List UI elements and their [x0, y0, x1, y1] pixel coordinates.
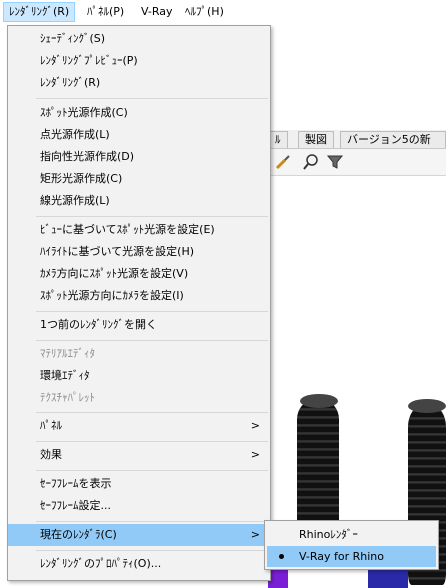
menu-item-current-renderer[interactable]: 現在のﾚﾝﾀﾞﾗ(C) > — [8, 524, 270, 546]
menu-item-create-linear-light[interactable]: 線光源作成(L) — [8, 190, 270, 212]
tab-drafting[interactable]: 製図 — [298, 131, 334, 148]
menu-item-texture-palette: ﾃｸｽﾁｬﾊﾟﾚｯﾄ — [40, 391, 95, 404]
paintbrush-icon[interactable] — [274, 153, 292, 171]
menu-panels[interactable]: ﾊﾟﾈﾙ(P) — [82, 3, 129, 21]
toolbar-tabstrip: ﾙ 製図 バージョン5の新機能 — [268, 130, 446, 162]
filter-icon[interactable] — [326, 153, 344, 171]
menu-separator — [36, 340, 268, 341]
toolbar — [268, 149, 446, 176]
current-renderer-submenu: Rhinoﾚﾝﾀﾞｰ V-Ray for Rhino — [264, 520, 439, 570]
menu-item-create-rectangular-light[interactable]: 矩形光源作成(C) — [8, 168, 270, 190]
menu-item-effects[interactable]: 効果 > — [8, 444, 270, 466]
menu-item-panels[interactable]: ﾊﾟﾈﾙ > — [8, 415, 270, 437]
menu-separator — [36, 550, 268, 551]
radio-selected-icon — [279, 554, 284, 559]
chevron-right-icon: > — [250, 448, 260, 461]
menu-rendering[interactable]: ﾚﾝﾀﾞﾘﾝｸﾞ(R) — [3, 2, 76, 22]
menu-separator — [36, 521, 268, 522]
menu-item-light-from-highlight[interactable]: ﾊｲﾗｲﾄに基づいて光源を設定(H) — [8, 241, 270, 263]
menu-item-render[interactable]: ﾚﾝﾀﾞﾘﾝｸﾞ(R) — [8, 72, 270, 94]
menu-separator — [36, 216, 268, 217]
menu-item-create-point-light[interactable]: 点光源作成(L) — [8, 124, 270, 146]
menu-bar: ﾚﾝﾀﾞﾘﾝｸﾞ(R) ﾊﾟﾈﾙ(P) V-Ray ﾍﾙﾌﾟ(H) — [0, 0, 446, 24]
menu-item-show-safe-frame[interactable]: ｾｰﾌﾌﾚｰﾑを表示 — [8, 473, 270, 495]
menu-item-shading[interactable]: ｼｪｰﾃﾞｨﾝｸﾞ(S) — [8, 28, 270, 50]
menu-separator — [36, 470, 268, 471]
zoom-icon[interactable] — [302, 153, 320, 171]
menu-item-open-last-rendering[interactable]: 1つ前のﾚﾝﾀﾞﾘﾝｸﾞを開く — [8, 314, 270, 336]
menu-help[interactable]: ﾍﾙﾌﾟ(H) — [180, 3, 229, 21]
menu-item-environment-editor[interactable]: 環境ｴﾃﾞｨﾀ — [8, 365, 270, 387]
menu-item-material-editor: ﾏﾃﾘｱﾙｴﾃﾞｨﾀ — [40, 347, 95, 360]
submenu-item-vray-for-rhino[interactable]: V-Ray for Rhino — [267, 546, 436, 567]
coin-stack-right-top — [408, 399, 446, 413]
menu-item-camera-to-spotlight[interactable]: ｽﾎﾟｯﾄ光源方向にｶﾒﾗを設定(I) — [8, 285, 270, 307]
menu-separator — [36, 311, 268, 312]
submenu-item-rhino-render[interactable]: Rhinoﾚﾝﾀﾞｰ — [267, 524, 436, 545]
chevron-right-icon: > — [250, 528, 260, 541]
menu-item-safe-frame-settings[interactable]: ｾｰﾌﾌﾚｰﾑ設定... — [8, 495, 270, 517]
menu-vray[interactable]: V-Ray — [136, 3, 178, 21]
menu-item-rendering-properties[interactable]: ﾚﾝﾀﾞﾘﾝｸﾞのﾌﾟﾛﾊﾟﾃｨ(O)... — [8, 553, 270, 575]
menu-item-render-preview[interactable]: ﾚﾝﾀﾞﾘﾝｸﾞﾌﾟﾚﾋﾞｭｰ(P) — [8, 50, 270, 72]
tab-v5-new-features[interactable]: バージョン5の新機能 — [340, 131, 446, 162]
menu-item-spotlight-from-view[interactable]: ﾋﾞｭｰに基づいてｽﾎﾟｯﾄ光源を設定(E) — [8, 219, 270, 241]
coin-stack-left-top — [300, 394, 338, 408]
rendering-dropdown-menu: ｼｪｰﾃﾞｨﾝｸﾞ(S) ﾚﾝﾀﾞﾘﾝｸﾞﾌﾟﾚﾋﾞｭｰ(P) ﾚﾝﾀﾞﾘﾝｸﾞ… — [7, 25, 271, 581]
blue-object — [368, 570, 408, 588]
menu-item-create-directional-light[interactable]: 指向性光源作成(D) — [8, 146, 270, 168]
menu-separator — [36, 441, 268, 442]
menu-separator — [36, 412, 268, 413]
menu-item-spotlight-to-camera[interactable]: ｶﾒﾗ方向にｽﾎﾟｯﾄ光源を設定(V) — [8, 263, 270, 285]
chevron-right-icon: > — [250, 419, 260, 432]
menu-separator — [36, 98, 268, 99]
menu-item-create-spotlight[interactable]: ｽﾎﾟｯﾄ光源作成(C) — [8, 102, 270, 124]
